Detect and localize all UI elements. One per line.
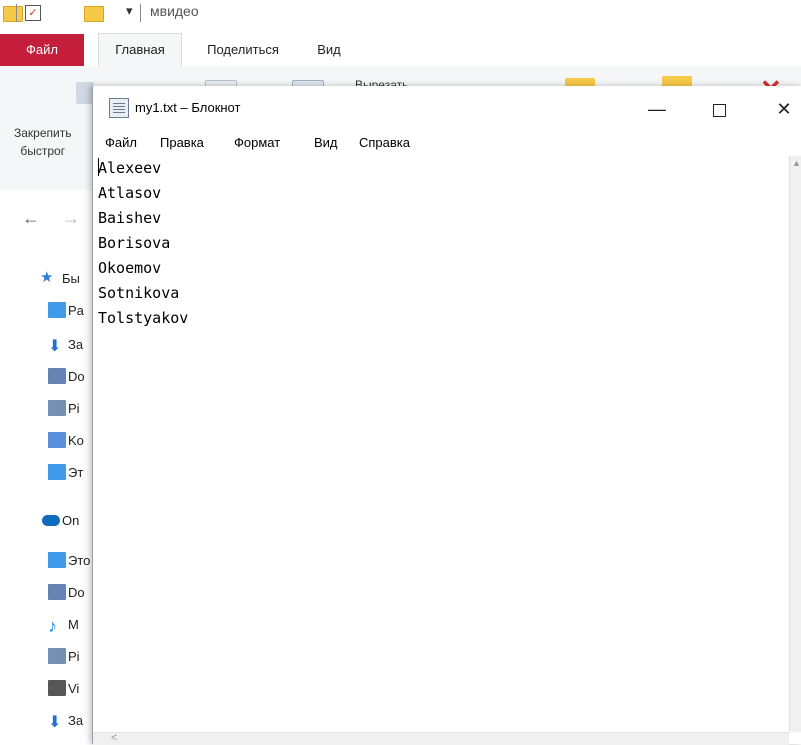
ribbon-tabs: Файл Главная Поделиться Вид <box>0 33 801 68</box>
new-folder-icon[interactable] <box>84 6 104 22</box>
text-line: Sotnikova <box>98 284 180 302</box>
sidebar-item[interactable]: Pi <box>0 394 92 424</box>
text-line: Atlasov <box>98 184 162 202</box>
sidebar-item-label: Ko <box>68 433 84 448</box>
video-icon <box>48 680 66 696</box>
text-line: Baishev <box>98 209 162 227</box>
sidebar-item[interactable]: Vi <box>0 674 92 704</box>
sidebar-item-label: Do <box>68 369 85 384</box>
pictures-icon <box>48 400 66 416</box>
sidebar-item[interactable]: Do <box>0 578 92 608</box>
document-icon <box>48 368 66 384</box>
document-icon <box>48 584 66 600</box>
onedrive-icon <box>42 515 60 526</box>
sidebar-item[interactable]: ⬇ За <box>0 330 92 360</box>
sidebar-item[interactable]: Pa <box>0 296 92 326</box>
tab-share[interactable]: Поделиться <box>198 34 288 66</box>
customize-toolbar-dropdown[interactable]: ▾ <box>126 3 133 19</box>
menu-format[interactable]: Формат <box>234 135 280 150</box>
star-icon: ★ <box>40 269 54 286</box>
sidebar-item[interactable]: ★ Бы <box>0 264 92 294</box>
close-button[interactable]: ✕ <box>755 86 801 132</box>
text-editor-area[interactable]: Alexeev Atlasov Baishev Borisova Okoemov… <box>93 156 789 732</box>
sidebar-item-label: Vi <box>68 681 80 696</box>
sidebar-item-label: On <box>62 513 80 528</box>
music-icon: ♪ <box>48 616 57 636</box>
navigation-pane: ★ Бы Pa ⬇ За Do Pi Ko Эт On Это Do ♪ M Pi Vi ⬇ За <box>0 246 92 744</box>
tab-file[interactable]: Файл <box>0 34 84 66</box>
horizontal-scrollbar[interactable]: < <box>93 732 789 745</box>
sidebar-item[interactable]: Pi <box>0 642 92 672</box>
tab-home[interactable]: Главная <box>98 33 182 68</box>
tab-view[interactable]: Вид <box>310 34 348 66</box>
sidebar-item-label: Бы <box>62 271 80 286</box>
sidebar-item-label: Do <box>68 585 85 600</box>
text-line: Okoemov <box>98 259 162 277</box>
sidebar-item[interactable]: ⬇ За <box>0 706 92 736</box>
sidebar-item-label: Pi <box>68 649 80 664</box>
minimize-button[interactable]: — <box>628 86 686 132</box>
sidebar-item[interactable]: On <box>0 506 92 536</box>
sidebar-item-label: Pa <box>68 303 84 318</box>
menu-help[interactable]: Справка <box>359 135 410 150</box>
text-line: Borisova <box>98 234 171 252</box>
pin-label-line2: быстрог <box>20 144 66 158</box>
menu-edit[interactable]: Правка <box>160 135 204 150</box>
sidebar-item[interactable]: Эт <box>0 458 92 488</box>
sidebar-item[interactable]: Do <box>0 362 92 392</box>
menu-view[interactable]: Вид <box>314 135 338 150</box>
back-arrow-icon[interactable]: ← <box>22 208 40 229</box>
sidebar-item[interactable]: ♪ M <box>0 610 92 640</box>
recycle-icon <box>48 432 66 448</box>
vertical-scrollbar[interactable]: ▲ <box>789 156 801 732</box>
text-line: Alexeev <box>98 159 162 177</box>
notepad-icon <box>109 98 129 118</box>
folder-icon[interactable] <box>3 6 23 22</box>
sidebar-item[interactable]: Это <box>0 546 92 576</box>
notepad-titlebar[interactable]: my1.txt – Блокнот — ✕ <box>93 86 801 132</box>
sidebar-item-label: За <box>68 713 84 728</box>
forward-arrow-icon[interactable]: → <box>62 208 80 229</box>
sidebar-item[interactable]: Ko <box>0 426 92 456</box>
desktop-icon <box>48 302 66 318</box>
properties-check-icon[interactable]: ✓ <box>25 5 41 21</box>
pin-label-line1: Закрепить <box>14 126 72 140</box>
sidebar-item-label: Это <box>68 553 91 568</box>
sidebar-item-label: За <box>68 337 84 352</box>
computer-icon <box>48 464 66 480</box>
toolbar-separator <box>140 4 141 22</box>
scroll-up-icon[interactable]: ▲ <box>792 158 801 168</box>
sidebar-item-label: Pi <box>68 401 80 416</box>
maximize-icon <box>712 103 726 117</box>
maximize-button[interactable] <box>690 86 748 132</box>
minimize-icon: — <box>648 99 666 119</box>
pictures-icon <box>48 648 66 664</box>
download-icon: ⬇ <box>48 338 62 355</box>
scroll-left-icon[interactable]: < <box>111 732 117 744</box>
text-line: Tolstyakov <box>98 309 189 327</box>
sidebar-item-label: M <box>68 617 79 632</box>
quick-access-toolbar: ✓ ▾ мвидео <box>0 0 801 34</box>
notepad-menubar: Файл Правка Формат Вид Справка <box>93 132 801 156</box>
sidebar-item-label: Эт <box>68 465 84 480</box>
notepad-window: my1.txt – Блокнот — ✕ Файл Правка Формат… <box>92 86 801 745</box>
pin-to-quick-access-button[interactable]: Закрепить быстрог <box>14 124 71 160</box>
notepad-window-title: my1.txt – Блокнот <box>135 100 241 115</box>
download-icon: ⬇ <box>48 714 62 731</box>
close-icon: ✕ <box>776 99 792 119</box>
toolbar-separator <box>16 4 17 22</box>
menu-file[interactable]: Файл <box>105 135 137 150</box>
computer-icon <box>48 552 66 568</box>
explorer-window-title: мвидео <box>150 3 199 19</box>
